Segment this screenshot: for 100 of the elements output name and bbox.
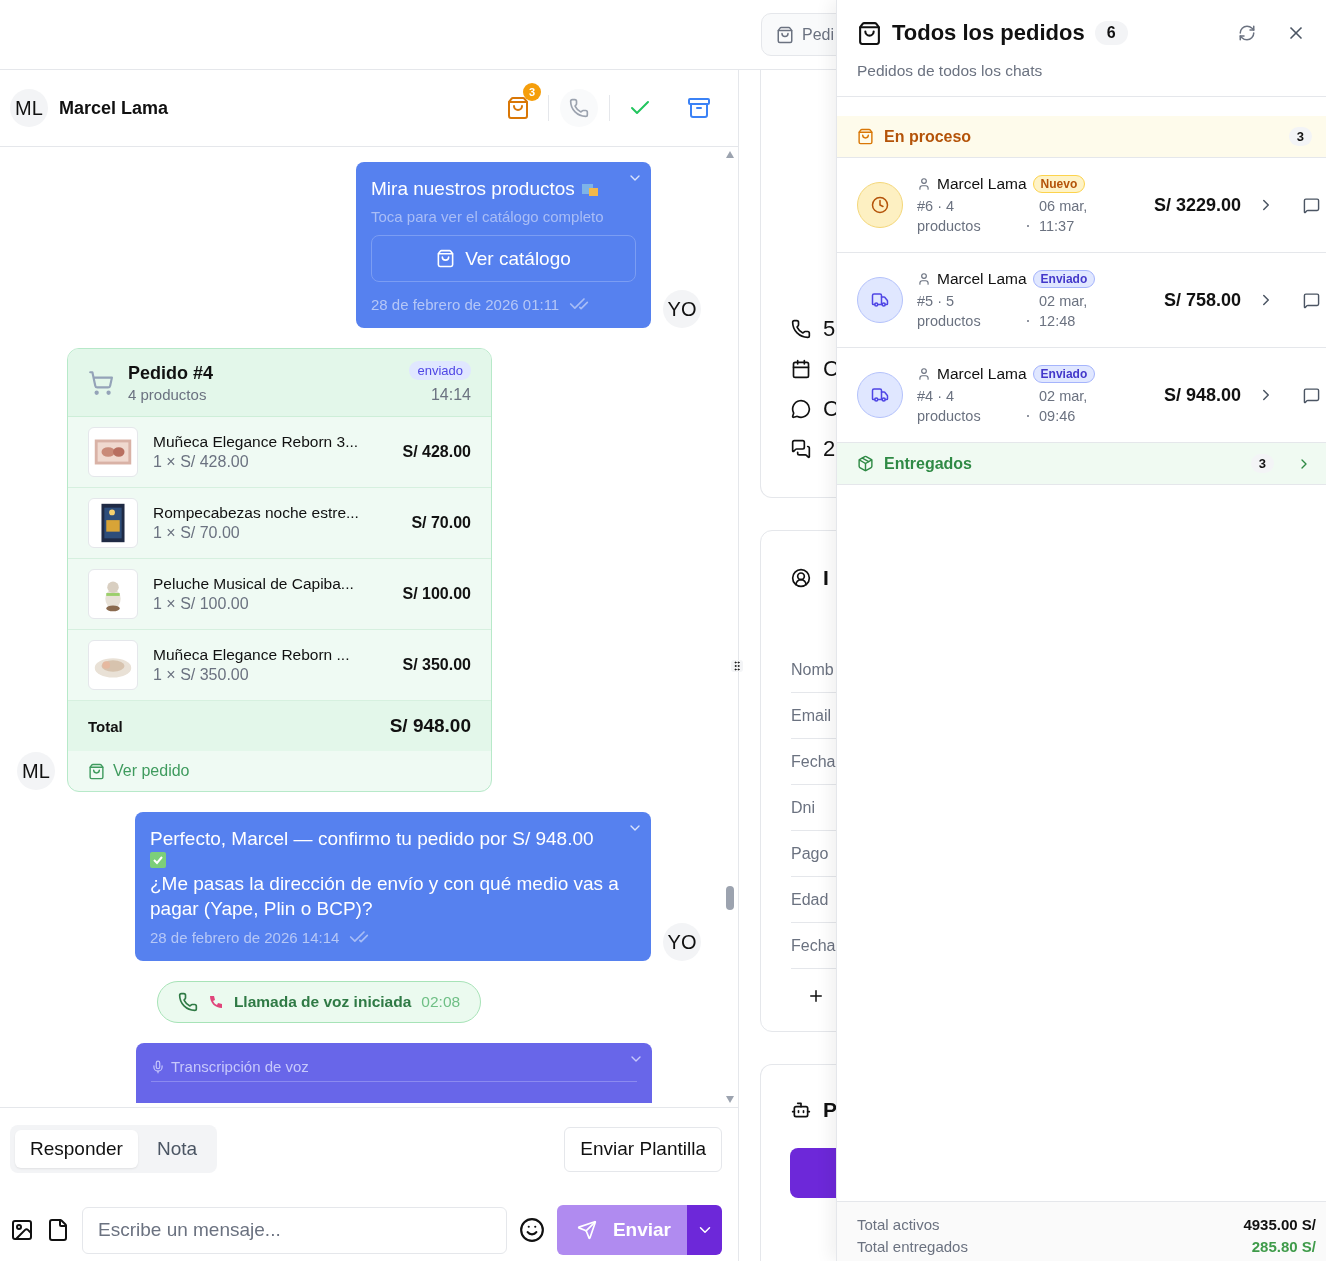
- message-time: 28 de febrero de 2026 14:14: [150, 928, 340, 946]
- file-icon[interactable]: [46, 1218, 70, 1242]
- archive-icon: [687, 96, 711, 120]
- count-badge: 6: [1094, 21, 1128, 45]
- microphone-icon: [151, 1059, 165, 1074]
- phone-icon: [177, 992, 198, 1012]
- user-icon: [917, 366, 931, 381]
- package-icon: [857, 455, 874, 472]
- drawer-subtitle: Pedidos de todos los chats: [857, 62, 1044, 80]
- call-duration: 02:08: [421, 993, 461, 1011]
- avatar: ML: [17, 752, 55, 790]
- order-reference: #4 · 4 productos: [917, 386, 982, 426]
- send-icon: [576, 1220, 597, 1240]
- card-title: I: [823, 566, 829, 590]
- order-total: S/ 3229.00: [1153, 194, 1241, 216]
- order-date: 02 mar, 12:48: [1039, 291, 1089, 331]
- composer-tab[interactable]: Nota: [141, 1130, 213, 1168]
- bag-icon: [857, 128, 874, 145]
- truck-icon: [857, 372, 903, 418]
- order-total: S/ 948.00: [1163, 384, 1241, 406]
- user-icon: [917, 271, 931, 286]
- chat-icon[interactable]: [1303, 291, 1320, 309]
- phone-icon: [791, 318, 811, 339]
- order-date: 02 mar, 09:46: [1039, 386, 1089, 426]
- order-title: Pedido #4: [128, 362, 214, 384]
- status-tag: enviado: [409, 361, 471, 380]
- user-icon: [917, 176, 931, 191]
- total-value: 4935.00 S/: [1243, 1216, 1316, 1233]
- truck-icon: [857, 277, 903, 323]
- total-label: Total activos: [857, 1216, 940, 1233]
- stat-value: 5: [823, 315, 836, 342]
- order-time: 14:14: [430, 386, 471, 404]
- total-label: Total entregados: [857, 1238, 968, 1255]
- chat-icon[interactable]: [1303, 386, 1320, 404]
- product-name: Rompecabezas noche estre...: [153, 504, 359, 522]
- bag-icon: [436, 249, 456, 268]
- shopping-bags-icon: [580, 181, 599, 197]
- send-template-button[interactable]: Enviar Plantilla: [564, 1126, 722, 1172]
- message-time: 28 de febrero de 2026 01:11: [371, 295, 560, 313]
- quantity-price: 1 × S/ 428.00: [153, 453, 249, 471]
- product-subtotal: S/ 70.00: [411, 514, 471, 532]
- message-subtitle: Toca para ver el catálogo completo: [371, 208, 605, 225]
- emoji-icon[interactable]: [518, 1217, 545, 1243]
- check-mark-icon: [150, 852, 166, 868]
- product-name: Muñeca Elegance Reborn ...: [153, 646, 350, 664]
- order-reference: #5 · 5 productos: [917, 291, 982, 331]
- order-row[interactable]: Marcel Lama Nuevo #6 · 4 productos 06 mar, 11:37 S/ 3229.00: [837, 158, 1326, 253]
- order-total: S/ 948.00: [389, 715, 471, 737]
- add-icon[interactable]: [807, 987, 825, 1005]
- quantity-price: 1 × S/ 350.00: [153, 666, 249, 684]
- user-icon: [791, 568, 811, 588]
- bag-icon: [88, 762, 105, 780]
- avatar: ML: [10, 89, 48, 127]
- order-reference: #6 · 4 productos: [917, 196, 982, 236]
- composer-tab[interactable]: Responder: [15, 1130, 138, 1168]
- resize-handle[interactable]: [731, 660, 743, 672]
- bot-icon: [791, 1100, 811, 1120]
- chat-icon[interactable]: [1303, 196, 1320, 214]
- avatar: YO: [663, 923, 701, 961]
- clock-icon: [857, 182, 903, 228]
- customer-name: Marcel Lama: [937, 269, 1027, 288]
- transcript-title: Transcripción de voz: [171, 1058, 309, 1075]
- quantity-price: 1 × S/ 70.00: [153, 524, 240, 542]
- product-name: Muñeca Elegance Reborn 3...: [153, 433, 359, 451]
- send-options-button[interactable]: [687, 1205, 722, 1255]
- stat-value: 2: [823, 435, 836, 462]
- chats-icon: [791, 438, 811, 459]
- product-count: 4 productos: [128, 385, 207, 403]
- group-header[interactable]: Entregados 3: [837, 443, 1326, 485]
- customer-name: Marcel Lama: [937, 174, 1027, 193]
- refresh-icon[interactable]: [1238, 24, 1256, 42]
- contact-name: Marcel Lama: [59, 97, 170, 119]
- drawer-title: Todos los pedidos: [892, 20, 1085, 46]
- order-total: S/ 758.00: [1163, 289, 1241, 311]
- total-label: Total: [88, 717, 123, 735]
- phone-icon: [569, 98, 589, 118]
- product-subtotal: S/ 100.00: [402, 585, 471, 603]
- comment-icon: [791, 398, 811, 419]
- calendar-icon: [791, 358, 811, 379]
- product-subtotal: S/ 428.00: [402, 443, 471, 461]
- count-badge: 3: [523, 83, 541, 101]
- product-subtotal: S/ 350.00: [402, 656, 471, 674]
- order-row[interactable]: Marcel Lama Enviado #5 · 5 productos 02 mar, 12:48 S/ 758.00: [837, 253, 1326, 348]
- order-date: 06 mar, 11:37: [1039, 196, 1089, 236]
- status-badge: Enviado: [1032, 269, 1096, 288]
- group-header[interactable]: En proceso 3: [837, 116, 1326, 158]
- bag-icon: [776, 25, 794, 44]
- status-badge: Enviado: [1032, 364, 1096, 383]
- message-input[interactable]: Escribe un mensaje...: [82, 1206, 507, 1254]
- phone-receiver-icon: [207, 994, 224, 1010]
- image-icon[interactable]: [10, 1218, 34, 1242]
- bag-icon: [506, 96, 530, 120]
- message-title: Mira nuestros productos: [371, 178, 575, 200]
- avatar: YO: [663, 290, 701, 328]
- card-title: P: [823, 1098, 837, 1122]
- bag-icon: [857, 20, 882, 46]
- message-text: ¿Me pasas la dirección de envío y con qué medio vas a pagar (Yape, Plin o BCP)?: [150, 872, 620, 921]
- view-catalog-button[interactable]: Ver catálogo: [371, 235, 636, 282]
- total-value: 285.80 S/: [1251, 1238, 1316, 1255]
- message-text: Perfecto, Marcel — confirmo tu pedido por S/ 948.00: [150, 827, 595, 851]
